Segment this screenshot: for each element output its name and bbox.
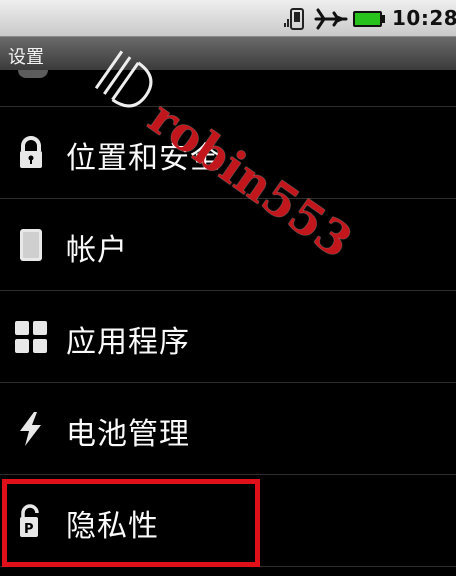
list-item-applications[interactable]: 应用程序 <box>0 291 456 383</box>
clock: 10:28 <box>392 6 456 30</box>
battery-icon <box>353 11 385 27</box>
title-bar: 设置 <box>0 37 456 70</box>
lightning-icon <box>20 412 41 446</box>
list-item-label: 电池管理 <box>66 417 190 452</box>
highlight-box <box>2 479 260 567</box>
airplane-mode-icon <box>314 8 348 30</box>
account-icon <box>20 229 42 261</box>
list-item-partial[interactable] <box>0 70 456 107</box>
status-bar: 10:28 <box>0 0 456 37</box>
partial-icon <box>18 70 48 78</box>
page-title: 设置 <box>8 47 44 68</box>
lock-icon <box>20 136 42 168</box>
list-item-label: 帐户 <box>66 233 128 268</box>
list-item-label: 位置和安全 <box>66 141 221 176</box>
list-item-battery-management[interactable]: 电池管理 <box>0 383 456 475</box>
list-item-location-security[interactable]: 位置和安全 <box>0 107 456 199</box>
signal-icon <box>284 8 304 30</box>
apps-grid-icon <box>15 321 47 353</box>
list-item-label: 应用程序 <box>66 325 190 360</box>
list-item-accounts[interactable]: 帐户 <box>0 199 456 291</box>
